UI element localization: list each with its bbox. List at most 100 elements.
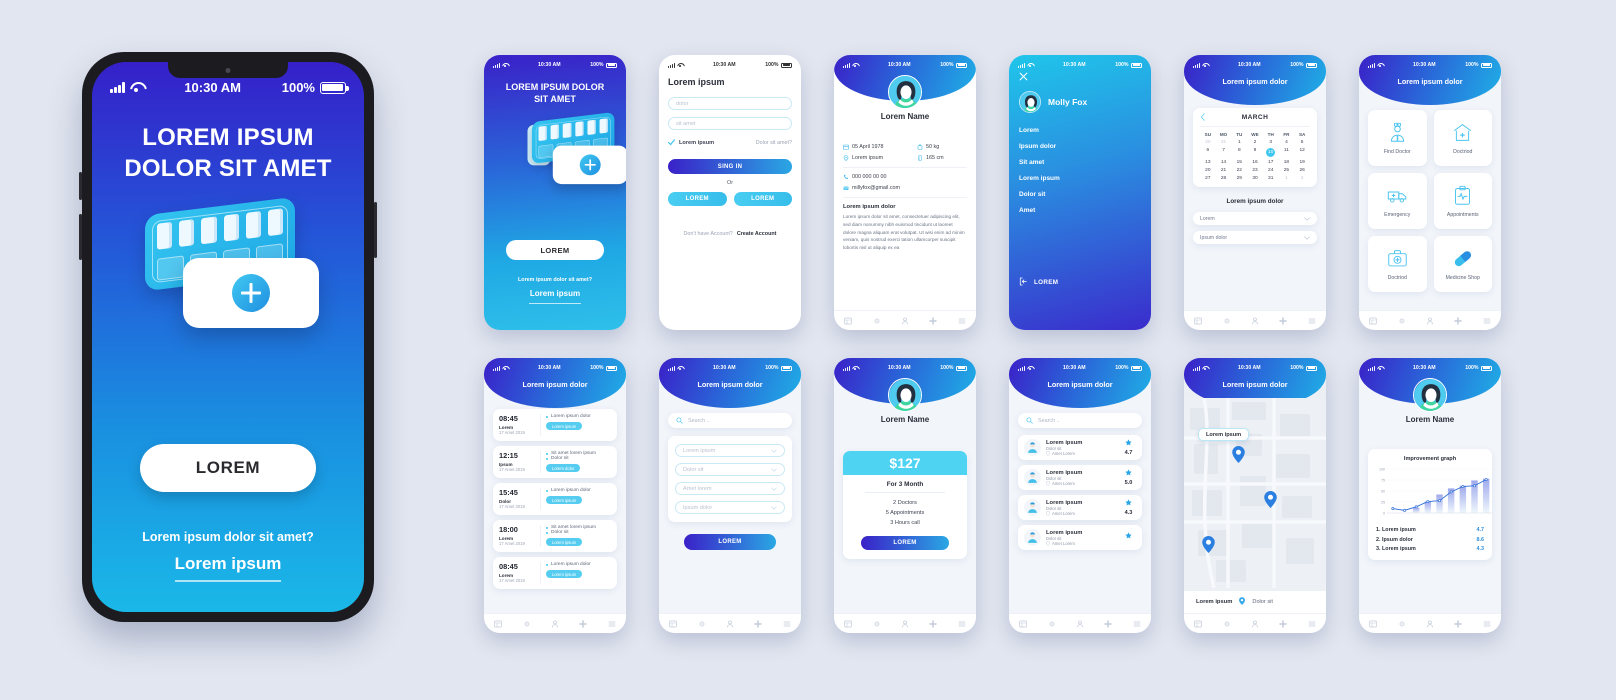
calendar-day[interactable]: 29	[1231, 176, 1247, 181]
nav-plus-icon[interactable]	[1104, 619, 1113, 628]
search-input[interactable]: Search ..	[668, 413, 792, 428]
nav-user-icon[interactable]	[726, 620, 734, 628]
screen-signin[interactable]: 10:30 AM 100% Lorem ipsum dolor sit amet…	[659, 55, 801, 330]
phone-value[interactable]: 000 000 00 00	[852, 174, 886, 180]
schedule-item[interactable]: 18:00 Lorem 17 Amet 2019 Sit amet lorem ips…	[493, 520, 617, 552]
primary-button[interactable]: LOREM	[140, 444, 316, 492]
nav-grid-icon[interactable]	[844, 317, 852, 325]
nav-plus-icon[interactable]	[1454, 316, 1463, 325]
close-icon[interactable]	[1009, 68, 1151, 83]
chart-legend-item[interactable]: 3. Lorem ipsum 4.3	[1376, 546, 1484, 552]
bottom-nav[interactable]	[484, 613, 626, 633]
nav-plus-icon[interactable]	[579, 619, 588, 628]
calendar-day[interactable]: 1	[1231, 140, 1247, 145]
chart-legend[interactable]: 1. Lorem ipsum 4.7 2. Ipsum dolor 8.6 3. Lor…	[1374, 527, 1486, 552]
calendar-day[interactable]: 21	[1216, 168, 1232, 173]
calendar-day[interactable]: 9	[1247, 148, 1263, 157]
doctor-list-item[interactable]: Lorem ipsum Dolor sit Amet Lorem 4.7	[1018, 435, 1142, 460]
search-input[interactable]: Search ..	[1018, 413, 1142, 428]
nav-grid-icon[interactable]	[1194, 317, 1202, 325]
nav-gear-icon[interactable]	[873, 317, 881, 325]
service-tile-find-doctor[interactable]: Find Doctor	[1368, 110, 1427, 166]
nav-gear-icon[interactable]	[1048, 620, 1056, 628]
calendar-day[interactable]: 2	[1247, 140, 1263, 145]
schedule-item[interactable]: 12:15 Ipsum 17 Amet 2019 Sit amet lorem ips…	[493, 446, 617, 478]
calendar-day[interactable]: 1	[1279, 176, 1295, 181]
screen-doctor-list[interactable]: 10:30 AM 100% Lorem ipsum dolor Search .…	[1009, 358, 1151, 633]
filter-group[interactable]: Lorem ipsum Dolor sit Amet lorem Ipsum d…	[668, 436, 792, 522]
bottom-nav[interactable]	[834, 310, 976, 330]
map-pin-1[interactable]	[1232, 446, 1245, 465]
map-pin-2[interactable]	[1264, 491, 1277, 510]
menu-item-3[interactable]: Lorem ipsum	[1019, 175, 1151, 182]
subscribe-button[interactable]: LOREM	[861, 536, 949, 551]
calendar-day[interactable]: 28	[1216, 176, 1232, 181]
schedule-list[interactable]: 08:45 Lorem 17 Amet 2019 Lorem ipsum dolor L…	[484, 371, 626, 589]
screen-splash[interactable]: 10:30 AM 100% LOREM IPSUM DOLOR SIT AMET…	[484, 55, 626, 330]
favorite-star-icon[interactable]	[1121, 469, 1136, 478]
filter-select-0[interactable]: Lorem ipsum	[675, 444, 785, 457]
nav-user-icon[interactable]	[1251, 620, 1259, 628]
doctor-list-item[interactable]: Lorem ipsum Dolor sit Amet Lorem 5.0	[1018, 465, 1142, 490]
improvement-chart-card[interactable]: Improvement graph 0 25 50 75 100 1. Lorem ip…	[1368, 449, 1492, 560]
create-account-link[interactable]: Create Account	[737, 231, 777, 237]
avatar[interactable]	[1019, 91, 1041, 113]
bottom-nav[interactable]	[1359, 310, 1501, 330]
pricing-card[interactable]: $127 For 3 Month 2 Doctors 5 Appointment…	[843, 451, 967, 560]
calendar-day[interactable]: 31	[1263, 176, 1279, 181]
signup-link[interactable]: Lorem ipsum	[484, 289, 626, 298]
schedule-tag[interactable]: Lorem ipsum	[546, 422, 583, 430]
schedule-tag[interactable]: Lorem ipsum	[546, 538, 583, 546]
schedule-item[interactable]: 08:45 Lorem 17 Amet 2019 Lorem ipsum dolor L…	[493, 409, 617, 441]
remember-checkbox[interactable]	[668, 139, 675, 146]
select-lorem[interactable]: Lorem	[1193, 212, 1317, 225]
email-value[interactable]: millyfox@gmail.com	[852, 185, 900, 191]
calendar-day[interactable]: 15	[1231, 160, 1247, 165]
map-tooltip[interactable]: Lorem ipsum	[1198, 428, 1250, 441]
calendar-day[interactable]: 10	[1266, 148, 1276, 157]
service-tile-doctriod-2[interactable]: Doctriod	[1368, 236, 1427, 292]
nav-plus-icon[interactable]	[1454, 619, 1463, 628]
nav-plus-icon[interactable]	[929, 316, 938, 325]
map-footer[interactable]: Lorem ipsum Dolor sit	[1184, 591, 1326, 613]
service-tile-medicine-shop[interactable]: Medicine Shop	[1433, 236, 1492, 292]
nav-menu-icon[interactable]	[1133, 620, 1141, 628]
menu-list[interactable]: Lorem Ipsum dolor Sit amet Lorem ipsum D…	[1009, 113, 1151, 214]
nav-user-icon[interactable]	[1426, 620, 1434, 628]
doctor-list-item[interactable]: Lorem ipsum Dolor sit Amet Lorem	[1018, 525, 1142, 550]
nav-grid-icon[interactable]	[494, 620, 502, 628]
menu-item-0[interactable]: Lorem	[1019, 127, 1151, 134]
nav-gear-icon[interactable]	[698, 620, 706, 628]
nav-menu-icon[interactable]	[783, 620, 791, 628]
logout-button[interactable]: LOREM	[1019, 277, 1058, 288]
calendar-day[interactable]: 3	[1263, 140, 1279, 145]
calendar-day[interactable]: 23	[1247, 168, 1263, 173]
calendar-day[interactable]: 24	[1263, 168, 1279, 173]
screen-menu[interactable]: 10:30 AM 100% Molly Fox Lorem Ipsum dolo…	[1009, 55, 1151, 330]
chart-legend-item[interactable]: 2. Ipsum dolor 8.6	[1376, 537, 1484, 543]
screen-map[interactable]: 10:30 AM 100% Lorem ipsum dolor Lorem ip…	[1184, 358, 1326, 633]
screen-schedule[interactable]: 10:30 AM 100% Lorem ipsum dolor 08:45 Lor…	[484, 358, 626, 633]
phone-power-button[interactable]	[374, 202, 377, 258]
screen-filters[interactable]: 10:30 AM 100% Lorem ipsum dolor Search .…	[659, 358, 801, 633]
nav-gear-icon[interactable]	[523, 620, 531, 628]
nav-plus-icon[interactable]	[754, 619, 763, 628]
map-canvas[interactable]	[1184, 398, 1326, 591]
nav-menu-icon[interactable]	[958, 317, 966, 325]
nav-gear-icon[interactable]	[1398, 317, 1406, 325]
calendar-day[interactable]: 4	[1279, 140, 1295, 145]
signup-link[interactable]: Lorem ipsum	[92, 554, 364, 574]
calendar-day[interactable]: 8	[1231, 148, 1247, 157]
nav-grid-icon[interactable]	[1369, 620, 1377, 628]
nav-menu-icon[interactable]	[1483, 317, 1491, 325]
bottom-nav[interactable]	[659, 613, 801, 633]
bottom-nav[interactable]	[1184, 613, 1326, 633]
map-pin-3[interactable]	[1202, 536, 1215, 555]
calendar-day[interactable]: 30	[1247, 176, 1263, 181]
calendar-day[interactable]: 26	[1294, 168, 1310, 173]
menu-item-5[interactable]: Amet	[1019, 207, 1151, 214]
nav-gear-icon[interactable]	[873, 620, 881, 628]
nav-user-icon[interactable]	[901, 317, 909, 325]
nav-gear-icon[interactable]	[1398, 620, 1406, 628]
nav-menu-icon[interactable]	[608, 620, 616, 628]
